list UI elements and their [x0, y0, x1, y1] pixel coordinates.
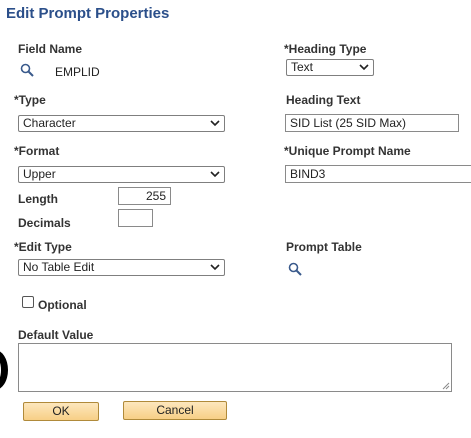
format-label: *Format	[14, 144, 60, 158]
optional-label: Optional	[38, 298, 87, 312]
chevron-down-icon	[210, 120, 220, 127]
type-value: Character	[23, 116, 76, 130]
length-input[interactable]: 255	[118, 187, 171, 205]
heading-text-input[interactable]: SID List (25 SID Max)	[285, 114, 459, 132]
unique-prompt-name-input[interactable]: BIND3	[285, 165, 471, 183]
field-name-value: EMPLID	[55, 65, 100, 79]
decimals-input[interactable]	[118, 209, 153, 227]
type-label: *Type	[14, 93, 46, 107]
format-select[interactable]: Upper	[18, 166, 225, 183]
prompt-table-label: Prompt Table	[286, 240, 362, 254]
edit-type-label: *Edit Type	[14, 240, 72, 254]
unique-prompt-name-label: *Unique Prompt Name	[284, 144, 411, 158]
format-value: Upper	[23, 167, 56, 181]
heading-text-label: Heading Text	[286, 93, 361, 107]
heading-type-value: Text	[291, 60, 314, 74]
page-title: Edit Prompt Properties	[6, 5, 170, 22]
edit-type-select[interactable]: No Table Edit	[18, 259, 225, 276]
type-select[interactable]: Character	[18, 115, 225, 132]
cancel-button[interactable]: Cancel	[123, 401, 227, 420]
optional-checkbox[interactable]	[22, 296, 34, 308]
heading-type-label: *Heading Type	[284, 42, 367, 56]
length-label: Length	[18, 192, 58, 206]
edit-type-value: No Table Edit	[23, 260, 95, 274]
resize-handle-icon[interactable]	[442, 382, 450, 390]
default-value-label: Default Value	[18, 328, 94, 342]
search-icon[interactable]	[288, 262, 302, 276]
default-value-textarea[interactable]	[18, 343, 452, 392]
heading-type-select[interactable]: Text	[286, 59, 374, 76]
chevron-down-icon	[210, 264, 220, 271]
chevron-down-icon	[210, 171, 220, 178]
field-name-label: Field Name	[18, 42, 83, 56]
ok-button[interactable]: OK	[23, 402, 99, 421]
chevron-down-icon	[359, 64, 369, 71]
decimals-label: Decimals	[18, 216, 71, 230]
cropped-decoration	[0, 350, 8, 390]
search-icon[interactable]	[20, 63, 34, 77]
